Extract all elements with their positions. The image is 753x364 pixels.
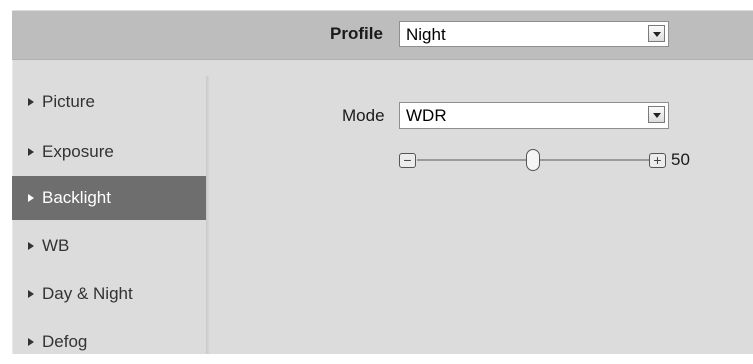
chevron-down-icon[interactable] bbox=[648, 25, 665, 42]
sidebar-item-label: Picture bbox=[42, 92, 95, 111]
slider-value: 50 bbox=[671, 150, 690, 169]
sidebar-item-defog[interactable]: Defog bbox=[12, 320, 206, 364]
profile-select-value: Night bbox=[406, 25, 446, 44]
sidebar-divider bbox=[206, 76, 210, 354]
sidebar-item-label: WB bbox=[42, 236, 70, 255]
caret-right-icon bbox=[28, 148, 34, 156]
sidebar: Picture Exposure Backlight WB Day & Nigh… bbox=[12, 76, 206, 354]
caret-right-icon bbox=[28, 98, 34, 106]
caret-right-icon bbox=[28, 290, 34, 298]
sidebar-item-picture[interactable]: Picture bbox=[12, 80, 206, 124]
sidebar-item-label: Day & Night bbox=[42, 284, 133, 303]
sidebar-item-label: Exposure bbox=[42, 142, 114, 161]
caret-right-icon bbox=[28, 242, 34, 250]
chevron-down-icon[interactable] bbox=[648, 106, 665, 123]
profile-select[interactable]: Night bbox=[399, 21, 669, 47]
caret-right-icon bbox=[28, 338, 34, 346]
caret-right-icon bbox=[28, 194, 34, 202]
sidebar-item-day-night[interactable]: Day & Night bbox=[12, 272, 206, 316]
sidebar-item-backlight[interactable]: Backlight bbox=[12, 176, 206, 220]
sidebar-item-label: Backlight bbox=[42, 188, 111, 207]
profile-label: Profile bbox=[330, 24, 383, 43]
mode-select[interactable]: WDR bbox=[399, 102, 669, 129]
minus-icon: − bbox=[403, 152, 412, 168]
slider-decrease-button[interactable]: − bbox=[399, 153, 416, 168]
plus-icon: + bbox=[653, 152, 662, 168]
mode-label: Mode bbox=[342, 106, 385, 125]
sidebar-item-exposure[interactable]: Exposure bbox=[12, 130, 206, 174]
slider-thumb[interactable] bbox=[526, 149, 540, 171]
mode-select-value: WDR bbox=[406, 106, 447, 125]
sidebar-item-label: Defog bbox=[42, 332, 88, 351]
slider-increase-button[interactable]: + bbox=[649, 153, 666, 168]
sidebar-item-wb[interactable]: WB bbox=[12, 224, 206, 268]
